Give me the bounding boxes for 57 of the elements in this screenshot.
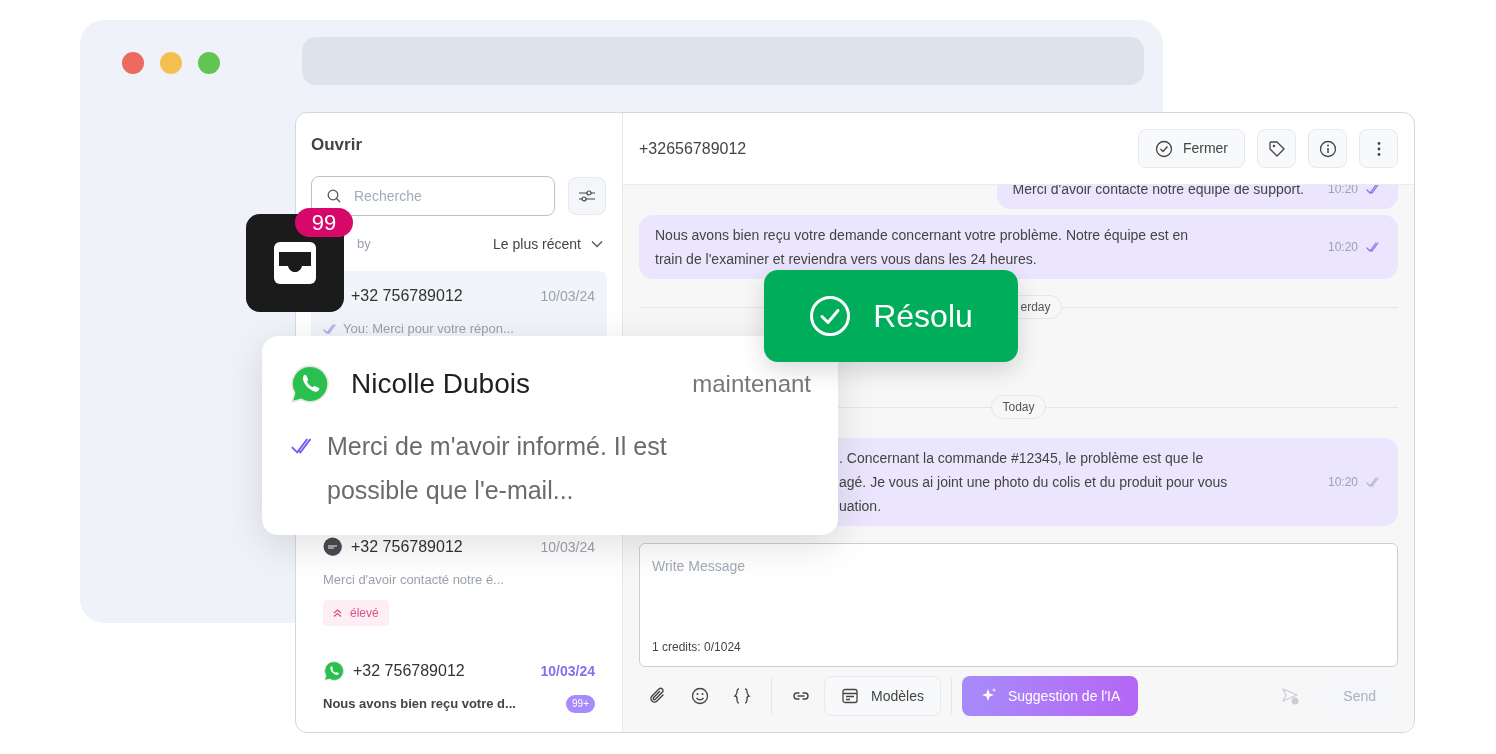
status-label: Résolu [873, 297, 973, 336]
sliders-icon [578, 189, 596, 203]
inbox-app-tile[interactable] [246, 214, 344, 312]
emoji-icon [691, 687, 709, 705]
unread-count-badge: 99+ [566, 695, 595, 713]
curly-braces-icon [733, 687, 751, 705]
tag-button[interactable] [1257, 129, 1296, 168]
message-time: 10:20 [1327, 185, 1358, 198]
notification-card[interactable]: Nicolle Dubois maintenant Merci de m'avoir informé. Il est possible que l'e-mail... [262, 336, 838, 535]
whatsapp-icon [323, 660, 345, 682]
conversation-date: 10/03/24 [540, 661, 595, 681]
sort-label: by [357, 235, 371, 254]
sms-chat-icon [323, 537, 343, 557]
info-button[interactable] [1308, 129, 1347, 168]
message-field[interactable]: Write Message [652, 556, 1385, 577]
double-chevron-up-icon [333, 609, 342, 617]
inbox-icon [272, 240, 318, 286]
message-text: uation. [839, 497, 883, 516]
priority-label: élevé [350, 605, 379, 622]
credits-counter: 1 credits: 0/1024 [652, 639, 742, 656]
close-button[interactable]: Fermer [1137, 129, 1245, 168]
conversation-item[interactable]: +32 756789012 10/03/24 Nous avons bien reçu votre d... 99+ [311, 646, 607, 725]
phone-number: +32 756789012 [353, 661, 466, 681]
message-text: train de l'examiner et reviendra vers vous dans les 24 heures. [655, 250, 1038, 269]
more-icon [1376, 139, 1381, 158]
notification-time: maintenant [692, 369, 811, 399]
sort-dropdown[interactable]: Le plus récent [493, 233, 603, 255]
message-preview: Nous avons bien reçu votre d... [323, 695, 516, 714]
check-circle-icon [1154, 139, 1173, 158]
whatsapp-icon [289, 363, 331, 405]
templates-button[interactable]: Modèles [824, 676, 941, 716]
message-text: . Concernant la commande #12345, le problème est que le [839, 449, 1205, 468]
phone-number: +32 756789012 [351, 537, 464, 557]
unread-count-badge: 99 [295, 208, 353, 237]
conversation-date: 10/03/24 [540, 286, 595, 306]
message-text: Nous avons bien reçu votre demande concernant votre problème. Notre équipe est en [655, 226, 1190, 245]
sidebar-title: Ouvrir [311, 134, 364, 156]
message-preview: Merci d'avoir contacté notre é... [323, 571, 504, 590]
scheduled-send-icon [1281, 687, 1300, 705]
info-icon [1318, 139, 1337, 158]
contact-name: Nicolle Dubois [351, 367, 531, 401]
phone-number: +32 756789012 [351, 286, 464, 306]
search-field[interactable]: Recherche [311, 176, 555, 216]
chat-title: +32656789012 [639, 138, 748, 159]
message-preview: You: Merci pour votre répon... [343, 320, 514, 339]
conversation-date: 10/03/24 [540, 537, 595, 557]
message-time: 10:20 [1327, 239, 1358, 256]
template-icon [841, 687, 859, 705]
check-circle-icon [809, 295, 852, 337]
message-time: 10:20 [1327, 474, 1358, 491]
paperclip-icon [649, 687, 667, 705]
tag-icon [1267, 139, 1286, 158]
message-text: agé. Je vous ai joint une photo du colis et du produit pour vous [839, 473, 1229, 492]
chevron-down-icon [591, 240, 603, 248]
search-icon [327, 189, 341, 203]
notification-message: Merci de m'avoir informé. Il est possible que l'e-mail... [327, 431, 668, 506]
filter-button[interactable] [568, 177, 606, 215]
